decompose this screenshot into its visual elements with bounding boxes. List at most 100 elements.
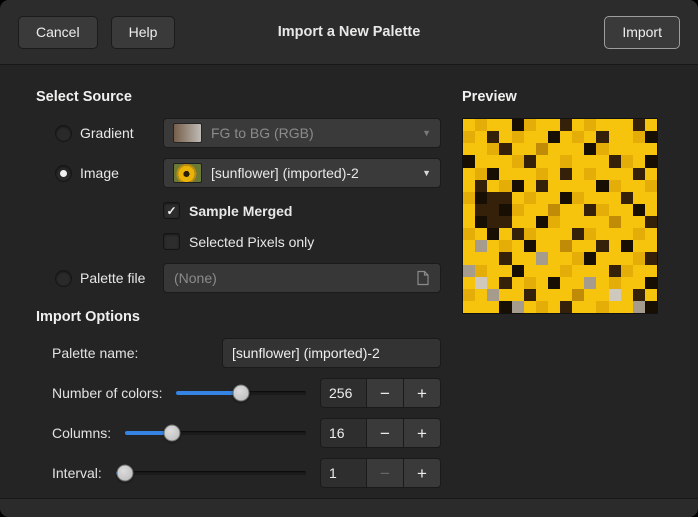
gradient-combo-value: FG to BG (RGB) xyxy=(211,125,314,141)
num-colors-input[interactable] xyxy=(321,379,366,407)
num-colors-decrement-button[interactable]: − xyxy=(366,379,403,407)
columns-increment-button[interactable]: + xyxy=(403,419,440,447)
palette-preview-cell xyxy=(609,155,621,167)
palette-file-radio[interactable]: Palette file xyxy=(36,270,163,287)
palette-preview-cell xyxy=(512,265,524,277)
palette-preview-cell xyxy=(512,155,524,167)
radio-icon[interactable] xyxy=(55,165,72,182)
num-colors-slider[interactable] xyxy=(176,378,306,408)
interval-slider[interactable] xyxy=(116,458,306,488)
interval-input[interactable] xyxy=(321,459,366,487)
palette-file-chooser-button[interactable]: (None) xyxy=(163,263,441,293)
palette-preview-cell xyxy=(633,119,645,131)
palette-preview-cell xyxy=(463,216,475,228)
palette-preview-cell xyxy=(463,277,475,289)
palette-preview-cell xyxy=(633,180,645,192)
image-source-row: Image [sunflower] (imported)-2 ▼ xyxy=(36,158,441,188)
interval-increment-button[interactable]: + xyxy=(403,459,440,487)
palette-preview-cell xyxy=(621,228,633,240)
columns-decrement-button[interactable]: − xyxy=(366,419,403,447)
image-combo-value: [sunflower] (imported)-2 xyxy=(211,165,359,181)
palette-preview-cell xyxy=(621,143,633,155)
palette-preview-cell xyxy=(536,119,548,131)
titlebar: Import a New Palette Cancel Help Import xyxy=(0,0,698,65)
palette-preview-cell xyxy=(645,265,657,277)
palette-preview-cell xyxy=(475,180,487,192)
help-button[interactable]: Help xyxy=(111,16,176,49)
palette-preview-cell xyxy=(621,240,633,252)
slider-handle[interactable] xyxy=(164,425,181,442)
cancel-button[interactable]: Cancel xyxy=(18,16,98,49)
palette-preview-cell xyxy=(584,228,596,240)
palette-preview-cell xyxy=(560,168,572,180)
palette-preview-cell xyxy=(621,192,633,204)
slider-track[interactable] xyxy=(125,431,306,435)
palette-preview-cell xyxy=(572,240,584,252)
palette-preview-cell xyxy=(548,131,560,143)
palette-preview-cell xyxy=(560,192,572,204)
palette-preview-cell xyxy=(524,265,536,277)
palette-preview-cell xyxy=(487,143,499,155)
interval-decrement-button[interactable]: − xyxy=(366,459,403,487)
selected-pixels-checkbox[interactable]: ✓ Selected Pixels only xyxy=(163,229,441,254)
sample-merged-checkbox[interactable]: ✓ Sample Merged xyxy=(163,198,441,223)
palette-preview-cell xyxy=(645,301,657,313)
palette-preview-cell xyxy=(609,143,621,155)
palette-preview-cell xyxy=(475,216,487,228)
palette-preview-cell xyxy=(512,168,524,180)
palette-preview-cell xyxy=(548,289,560,301)
gradient-source-row: Gradient FG to BG (RGB) ▼ xyxy=(36,118,441,148)
palette-preview-cell xyxy=(548,252,560,264)
radio-icon[interactable] xyxy=(55,270,72,287)
palette-preview-cell xyxy=(475,143,487,155)
slider-fill xyxy=(176,391,241,395)
gradient-combo[interactable]: FG to BG (RGB) ▼ xyxy=(163,118,441,148)
image-combo[interactable]: [sunflower] (imported)-2 ▼ xyxy=(163,158,441,188)
checkbox-icon[interactable]: ✓ xyxy=(163,233,180,250)
num-colors-increment-button[interactable]: + xyxy=(403,379,440,407)
palette-name-input[interactable] xyxy=(222,338,441,368)
plus-icon: + xyxy=(417,424,427,443)
palette-preview-cell xyxy=(499,252,511,264)
palette-preview-cell xyxy=(584,180,596,192)
palette-preview-cell xyxy=(560,155,572,167)
gradient-radio-label: Gradient xyxy=(80,125,134,141)
palette-preview-cell xyxy=(548,301,560,313)
palette-preview-cell xyxy=(463,155,475,167)
palette-preview-cell xyxy=(524,180,536,192)
columns-input[interactable] xyxy=(321,419,366,447)
palette-preview-cell xyxy=(475,252,487,264)
import-button[interactable]: Import xyxy=(604,16,680,49)
slider-track[interactable] xyxy=(116,471,306,475)
palette-preview-cell xyxy=(512,277,524,289)
palette-preview-cell xyxy=(499,216,511,228)
palette-preview-cell xyxy=(512,131,524,143)
palette-preview-cell xyxy=(645,240,657,252)
palette-preview-cell xyxy=(633,252,645,264)
palette-preview-cell xyxy=(621,301,633,313)
palette-preview-cell xyxy=(596,228,608,240)
palette-preview-cell xyxy=(633,289,645,301)
palette-preview-cell xyxy=(596,204,608,216)
num-colors-label: Number of colors: xyxy=(52,385,162,401)
palette-preview-cell xyxy=(475,119,487,131)
image-radio[interactable]: Image xyxy=(36,165,163,182)
palette-preview-cell xyxy=(487,240,499,252)
slider-handle[interactable] xyxy=(233,385,250,402)
gradient-radio[interactable]: Gradient xyxy=(36,125,163,142)
palette-preview-cell xyxy=(487,252,499,264)
columns-slider[interactable] xyxy=(125,418,306,448)
palette-preview-cell xyxy=(524,119,536,131)
palette-preview-cell xyxy=(463,143,475,155)
palette-preview-cell xyxy=(524,131,536,143)
slider-handle[interactable] xyxy=(117,465,134,482)
checkbox-icon[interactable]: ✓ xyxy=(163,202,180,219)
palette-preview-cell xyxy=(524,204,536,216)
palette-preview-cell xyxy=(487,168,499,180)
palette-preview-cell xyxy=(572,228,584,240)
palette-preview-cell xyxy=(633,240,645,252)
palette-preview-cell xyxy=(487,277,499,289)
radio-icon[interactable] xyxy=(55,125,72,142)
palette-preview-cell xyxy=(621,131,633,143)
palette-file-value: (None) xyxy=(174,270,217,286)
